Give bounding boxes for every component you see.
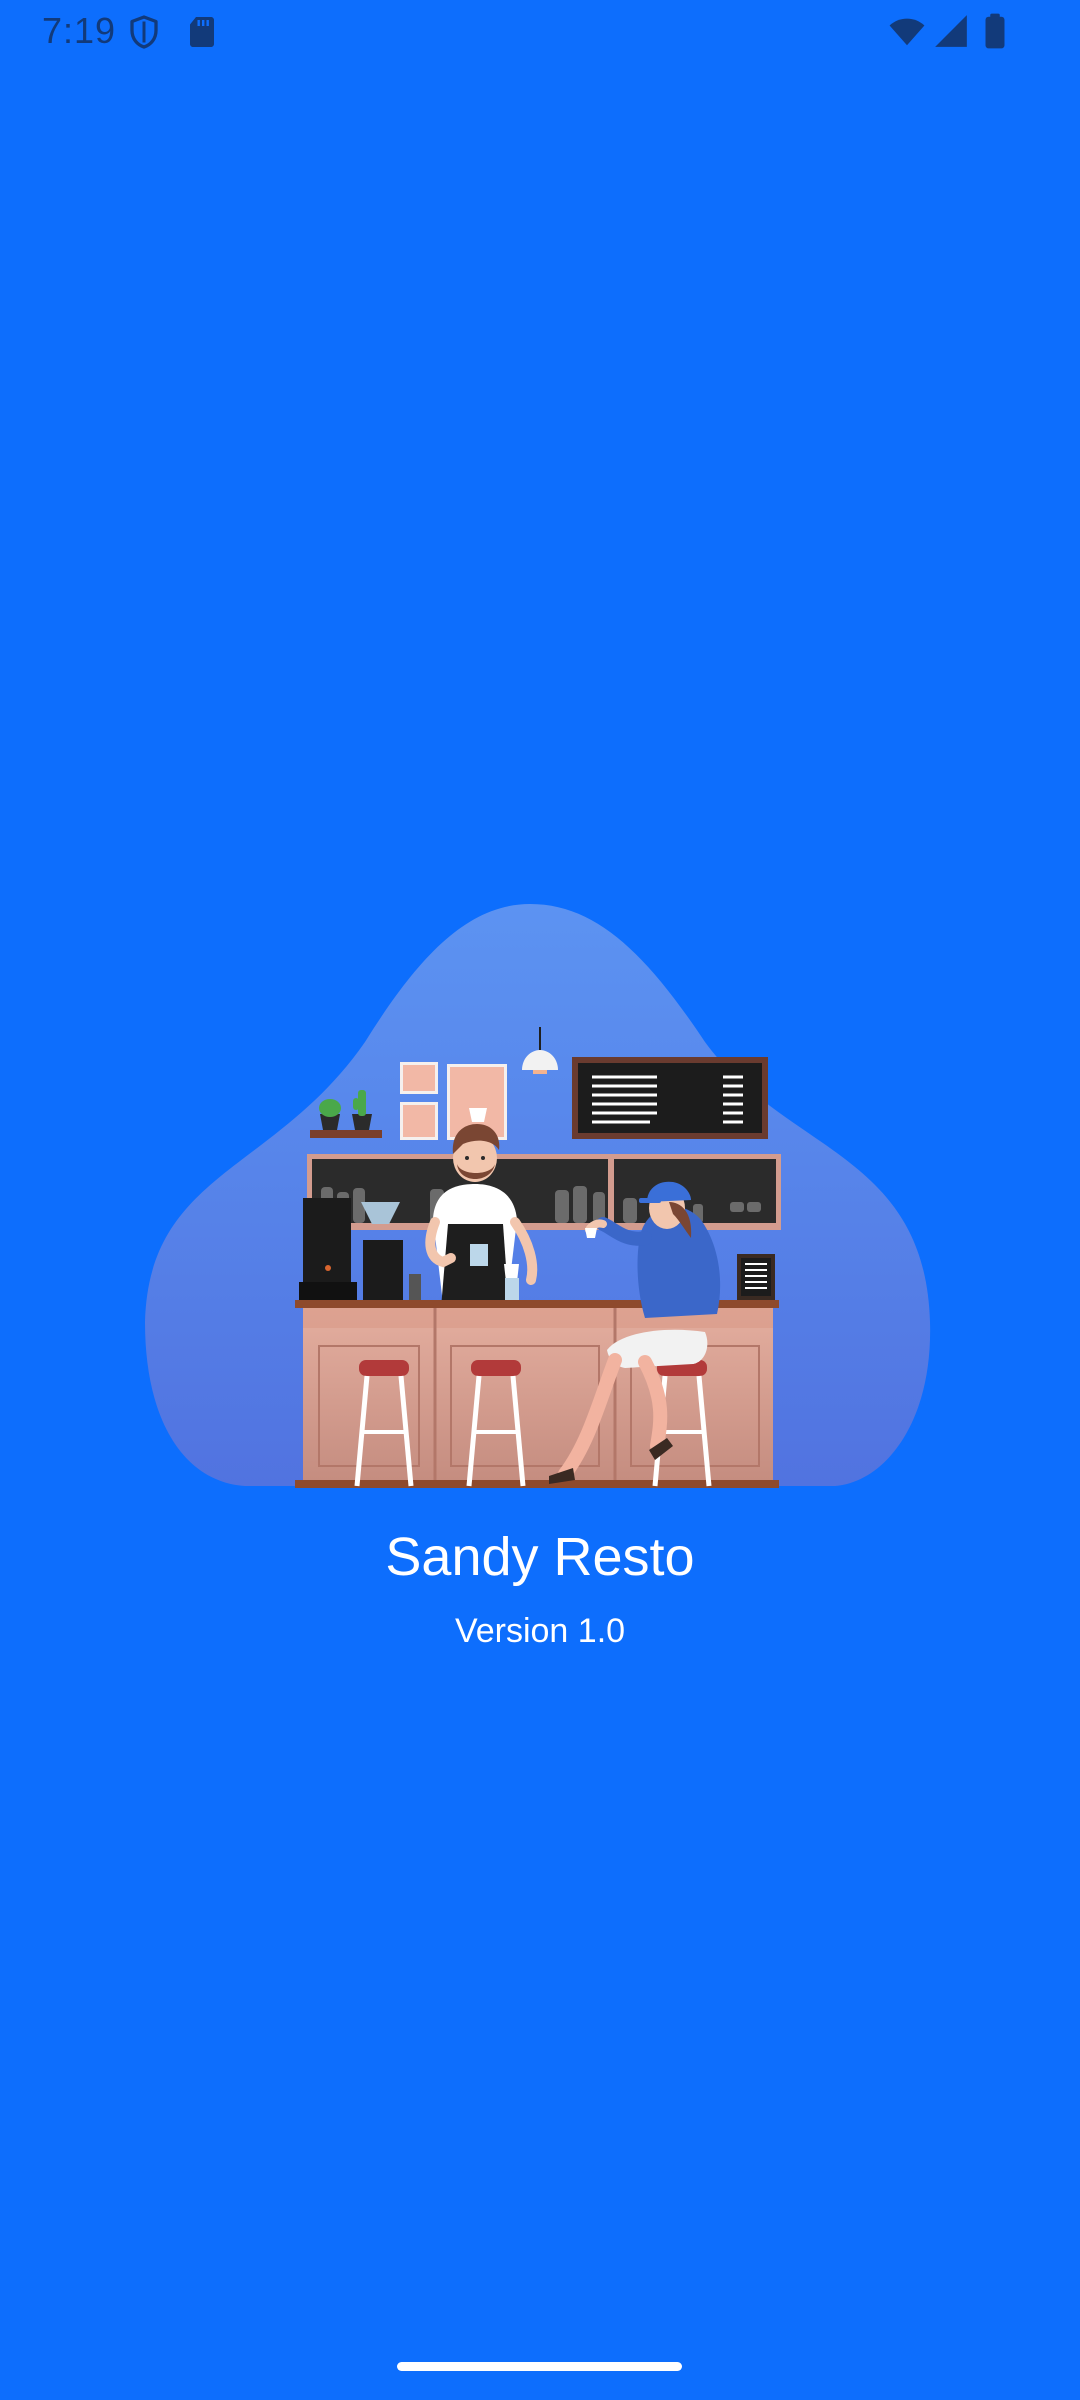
status-bar: 7:19 — [0, 0, 1080, 62]
cafe-illustration — [145, 902, 935, 1502]
sd-card-icon — [184, 14, 220, 50]
battery-icon — [980, 12, 1018, 50]
shield-icon — [126, 14, 162, 50]
app-name: Sandy Resto — [385, 1527, 695, 1587]
signal-icon — [932, 12, 970, 50]
wifi-icon — [888, 12, 926, 50]
app-version: Version 1.0 — [454, 1612, 626, 1650]
home-indicator[interactable] — [397, 2362, 682, 2371]
status-time: 7:19 — [42, 10, 117, 51]
